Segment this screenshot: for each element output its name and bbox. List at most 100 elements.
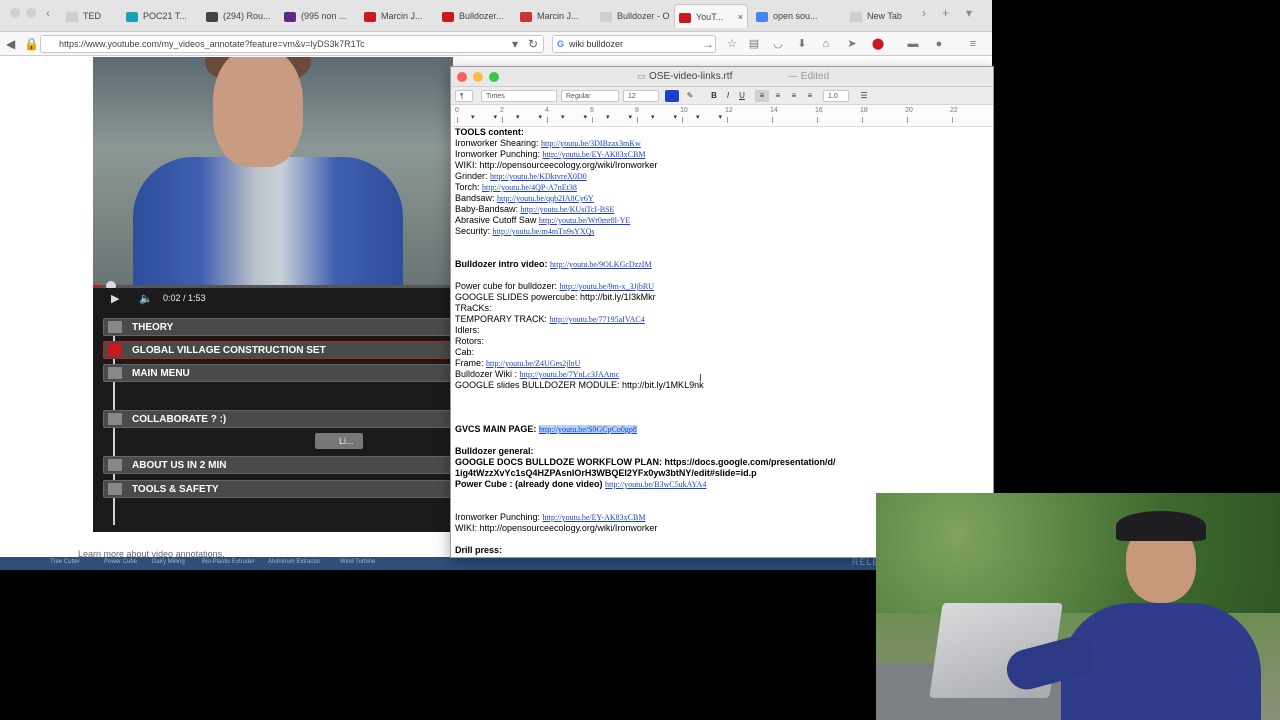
browser-tab[interactable]: open sou... [752,4,838,28]
document-line[interactable]: Idlers: [455,325,480,336]
end-screen-item[interactable]: Wind Turbine [340,559,375,565]
browser-tab[interactable]: Marcin J... [516,4,592,28]
line-link[interactable]: http://youtu.be/9m-x_3JjbRU [560,282,654,291]
tab-stop-icon[interactable]: ▾ [651,113,655,121]
annotation-item[interactable]: COLLABORATE ? :) [103,410,453,428]
tab-scroll-left-icon[interactable]: ‹ [46,6,50,20]
tab-stop-icon[interactable]: ▾ [471,113,475,121]
bookmark-star-icon[interactable]: ☆ [725,37,739,51]
line-link[interactable]: http://youtu.be/m4mTn9sYXQs [493,227,595,236]
align-right-icon[interactable]: ≡ [787,90,801,102]
tab-stop-icon[interactable]: ▾ [629,113,633,121]
annotation-marker[interactable]: Li... [315,433,363,449]
document-line[interactable]: 1ig4tWzzXvYc1sQ4HZPAsnlOrH3WBQEI2YFx0yw3… [455,468,757,479]
line-link[interactable]: http://youtu.be/B3wC5ukAYA4 [605,480,706,489]
document-line[interactable]: GOOGLE slides BULLDOZER MODULE: http://b… [455,380,704,391]
align-center-icon[interactable]: ≡ [771,90,785,102]
highlight-icon[interactable]: ✎ [683,90,697,102]
folder-icon[interactable]: ▬ [906,37,920,51]
send-icon[interactable]: ➤ [845,37,859,51]
document-line[interactable]: Rotors: [455,336,484,347]
document-line[interactable]: GOOGLE SLIDES powercube: http://bit.ly/1… [455,292,656,303]
play-icon[interactable]: ▶ [111,292,119,305]
document-line[interactable]: Grinder: http://youtu.be/KDktvreX0D0 [455,171,587,182]
browser-tab[interactable]: New Tab [846,4,920,28]
underline-button[interactable]: U [735,90,749,102]
url-bar[interactable]: https://www.youtube.com/my_videos_annota… [40,35,544,53]
document-line[interactable]: Torch: http://youtu.be/4QP-A7nEt38 [455,182,577,193]
line-link[interactable]: http://youtu.be/EY-AK83xCBM [543,513,646,522]
tab-stop-icon[interactable]: ▾ [494,113,498,121]
browser-tab[interactable]: (294) Rou... [202,4,276,28]
line-link[interactable]: http://youtu.be/KDktvreX0D0 [490,172,587,181]
tab-scroll-right-icon[interactable]: › [922,6,926,20]
end-screen-item[interactable]: Dairy Milling [152,559,185,565]
line-link[interactable]: http://youtu.be/77195aIVAC4 [550,315,645,324]
browser-tab[interactable]: POC21 T... [122,4,198,28]
document-line[interactable]: Bulldozer general: [455,446,534,457]
document-line[interactable]: Security: http://youtu.be/m4mTn9sYXQs [455,226,595,237]
line-spacing-select[interactable]: 1.0 [823,90,849,102]
align-left-icon[interactable]: ≡ [755,90,769,102]
adblock-icon[interactable]: ⬤ [871,37,885,51]
volume-icon[interactable]: 🔈 [139,292,153,305]
text-color-swatch[interactable] [665,90,679,102]
tab-stop-icon[interactable]: ▾ [606,113,610,121]
reading-list-icon[interactable]: ▤ [747,37,761,51]
browser-tab[interactable]: (995 non ... [280,4,356,28]
annotation-item[interactable]: ABOUT US IN 2 MIN [103,456,453,474]
download-icon[interactable]: ⬇ [795,37,809,51]
annotation-item[interactable]: MAIN MENU [103,364,453,382]
justify-icon[interactable]: ≡ [803,90,817,102]
tab-stop-icon[interactable]: ▾ [516,113,520,121]
end-screen-item[interactable]: Aluminum Extractor [268,559,320,565]
line-link[interactable]: http://youtu.be/Z4UGes2jlnU [486,359,580,368]
document-line[interactable]: Power cube for bulldozer: http://youtu.b… [455,281,654,292]
document-line[interactable]: GOOGLE DOCS BULLDOZE WORKFLOW PLAN: http… [455,457,836,468]
document-line[interactable]: Ironworker Punching: http://youtu.be/EY-… [455,149,645,160]
document-line[interactable]: TOOLS content: [455,127,524,138]
font-size-select[interactable]: 12 [623,90,659,102]
document-line[interactable]: Baby-Bandsaw: http://youtu.be/KUsiTcI-BS… [455,204,614,215]
font-family-select[interactable]: Times [481,90,557,102]
tab-stop-icon[interactable]: ▾ [539,113,543,121]
document-line[interactable]: Frame: http://youtu.be/Z4UGes2jlnU [455,358,580,369]
end-screen-item[interactable]: Power Cube [104,559,137,565]
back-icon[interactable]: ◀ [6,36,15,52]
browser-tab[interactable]: TED [62,4,118,28]
close-tab-icon[interactable]: × [738,5,743,28]
video-player[interactable]: ▶ 🔈 0:02 / 1:53 THEORY GLOBAL VILLAGE CON… [93,57,453,532]
bold-button[interactable]: B [707,90,721,102]
tab-stop-icon[interactable]: ▾ [719,113,723,121]
document-line[interactable]: Drill press: [455,545,502,556]
document-line[interactable]: Cab: [455,347,474,358]
font-style-select[interactable]: Regular [561,90,619,102]
annotation-item[interactable]: TOOLS & SAFETY [103,480,453,498]
line-link[interactable]: http://youtu.be/4QP-A7nEt38 [482,183,577,192]
minimize-window-dot[interactable] [26,8,36,18]
chat-icon[interactable]: ● [932,37,946,51]
line-link[interactable]: http://youtu.be/9OLKGcDzzIM [550,260,652,269]
document-line[interactable]: WIKI: http://opensourceecology.org/wiki/… [455,160,657,171]
search-go-icon[interactable]: → [702,36,714,52]
document-line[interactable]: WIKI: http://opensourceecology.org/wiki/… [455,523,657,534]
pocket-icon[interactable]: ◡ [771,37,785,51]
tab-list-icon[interactable]: ▾ [966,6,972,20]
close-button[interactable] [457,72,467,82]
end-screen-item[interactable]: Bio-Plastic Extruder [202,559,255,565]
search-field[interactable]: G wiki bulldozer [552,35,716,53]
document-line[interactable]: TRaCKs: [455,303,492,314]
document-line[interactable]: Abrasive Cutoff Saw http://youtu.be/Wr0m… [455,215,630,226]
browser-tab[interactable]: Bulldozer... [438,4,512,28]
close-window-dot[interactable] [10,8,20,18]
document-line[interactable]: Bandsaw: http://youtu.be/qqb2IA8Cy6Y [455,193,594,204]
line-link[interactable]: http://youtu.be/3DIBzax3mKw [541,139,641,148]
line-link[interactable]: http://youtu.be/7YnLc3JAAmc [520,370,620,379]
browser-tab[interactable]: Marcin J... [360,4,434,28]
paragraph-style-select[interactable]: ¶ [455,90,473,102]
browser-tab[interactable]: YouT... × [674,4,748,28]
document-line[interactable]: Bulldozer Wiki : http://youtu.be/7YnLc3J… [455,369,619,380]
document-line[interactable]: Bulldozer intro video: http://youtu.be/9… [455,259,652,270]
tab-stop-icon[interactable]: ▾ [584,113,588,121]
italic-button[interactable]: I [721,90,735,102]
